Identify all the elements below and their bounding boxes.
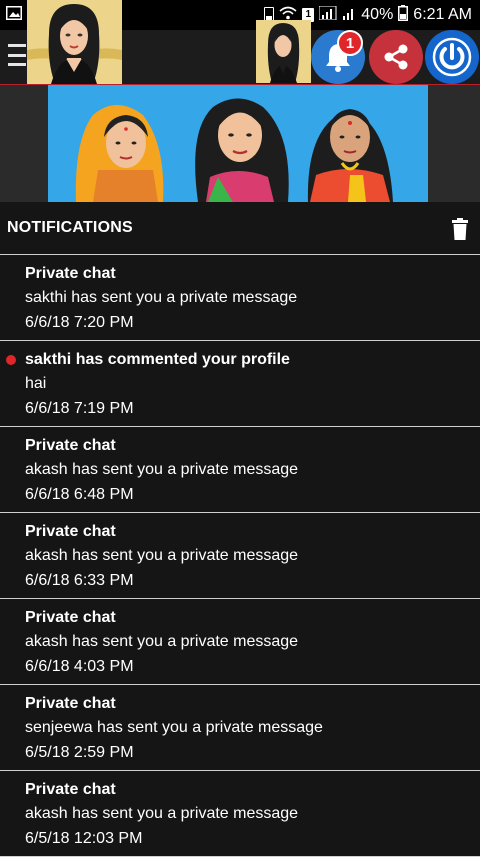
share-icon	[384, 44, 408, 70]
notification-item[interactable]: Private chat akash has sent you a privat…	[0, 513, 480, 599]
signal-icon	[318, 5, 337, 25]
notification-count-badge: 1	[337, 30, 363, 56]
menu-button[interactable]	[8, 44, 26, 66]
notification-body: hai	[25, 375, 47, 392]
banner-image	[48, 85, 428, 202]
notification-item[interactable]: sakthi has commented your profile hai 6/…	[0, 341, 480, 427]
notification-time: 6/6/18 6:33 PM	[25, 572, 134, 589]
notification-title: Private chat	[25, 265, 116, 282]
notification-body: akash has sent you a private message	[25, 805, 299, 822]
notification-item[interactable]: Private chat akash has sent you a privat…	[0, 599, 480, 685]
share-button[interactable]	[369, 30, 423, 84]
trash-icon	[452, 218, 468, 240]
notification-title: Private chat	[25, 695, 116, 712]
notification-body: akash has sent you a private message	[25, 547, 299, 564]
power-icon	[432, 37, 472, 77]
notification-body: sakthi has sent you a private message	[25, 289, 298, 306]
notification-list: Private chat sakthi has sent you a priva…	[0, 255, 480, 857]
notification-item[interactable]: Private chat akash has sent you a privat…	[0, 427, 480, 513]
notification-body: akash has sent you a private message	[25, 461, 299, 478]
notification-title: Private chat	[25, 781, 116, 798]
notification-time: 6/5/18 12:03 PM	[25, 830, 143, 847]
notification-title: Private chat	[25, 609, 116, 626]
battery-icon	[398, 4, 409, 26]
notification-body: akash has sent you a private message	[25, 633, 299, 650]
notification-time: 6/6/18 7:19 PM	[25, 400, 134, 417]
notification-time: 6/6/18 4:03 PM	[25, 658, 134, 675]
notification-time: 6/6/18 7:20 PM	[25, 314, 134, 331]
menu-icon-bar	[8, 44, 26, 47]
unread-indicator	[6, 355, 16, 365]
notification-title: Private chat	[25, 437, 116, 454]
logout-button[interactable]	[425, 30, 479, 84]
clock: 6:21 AM	[413, 6, 472, 23]
notifications-header: NOTIFICATIONS	[0, 202, 480, 255]
notification-item[interactable]: Private chat sakthi has sent you a priva…	[0, 255, 480, 341]
page-title: NOTIFICATIONS	[7, 219, 133, 236]
notification-title: sakthi has commented your profile	[25, 351, 290, 368]
profile-avatar[interactable]	[27, 0, 122, 84]
notification-item[interactable]: Private chat senjeewa has sent you a pri…	[0, 685, 480, 771]
notification-item[interactable]: Private chat akash has sent you a privat…	[0, 771, 480, 857]
battery-percent: 40%	[361, 6, 394, 23]
user-avatar[interactable]	[256, 20, 311, 83]
gallery-icon	[6, 6, 22, 25]
menu-icon-bar	[8, 63, 26, 66]
signal-icon-2	[342, 6, 356, 25]
notification-title: Private chat	[25, 523, 116, 540]
menu-icon-bar	[8, 53, 26, 57]
notification-time: 6/6/18 6:48 PM	[25, 486, 134, 503]
delete-all-button[interactable]	[452, 218, 468, 240]
notification-body: senjeewa has sent you a private message	[25, 719, 323, 736]
notification-time: 6/5/18 2:59 PM	[25, 744, 134, 761]
